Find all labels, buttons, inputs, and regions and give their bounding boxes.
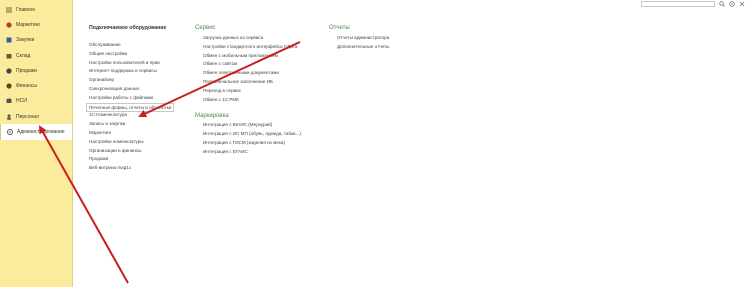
sidebar-item-label: Закупки: [16, 37, 35, 44]
settings-link[interactable]: Общие настройки: [89, 50, 174, 59]
sidebar-item-finance[interactable]: Финансы: [0, 78, 72, 93]
sidebar-item-marketing[interactable]: Маркетинг: [0, 17, 72, 32]
settings-link[interactable]: Настройки номенклатуры: [89, 138, 174, 147]
sidebar-item-label: НСИ: [16, 98, 27, 105]
service-link[interactable]: Обмен с 1С:РМК: [203, 96, 301, 105]
box-icon: [6, 53, 12, 59]
service-link[interactable]: Обмен электронными документами: [203, 69, 301, 78]
service-link[interactable]: Переход в сервис: [203, 87, 301, 96]
menu-icon: [6, 7, 12, 13]
megaphone-icon: [6, 22, 12, 28]
sidebar-item-sales[interactable]: Продажи: [0, 63, 72, 78]
labeling-link[interactable]: Интеграция с ГИСМ (изделия из меха): [203, 139, 301, 148]
sidebar-item-label: Персонал: [16, 113, 39, 120]
top-toolbar: [641, 0, 750, 8]
sidebar: Главное Маркетинг Закупки Склад Продажи …: [0, 0, 73, 287]
settings-link[interactable]: Запись и закупки: [89, 120, 174, 129]
tag-icon: [6, 68, 12, 74]
sidebar-item-label: Маркетинг: [16, 21, 41, 28]
section-title: Маркировка: [195, 113, 229, 120]
sidebar-item-label: Главное: [16, 6, 36, 13]
settings-link[interactable]: Настройки пользователей и прав: [89, 59, 174, 68]
search-icon[interactable]: [718, 1, 725, 8]
database-icon: [6, 98, 12, 104]
search-input[interactable]: [641, 1, 715, 7]
close-icon[interactable]: [738, 1, 745, 8]
labeling-link[interactable]: Интеграция с ВетИС (Меркурий): [203, 121, 301, 130]
settings-link[interactable]: Интернет-поддержка и сервисы: [89, 67, 174, 76]
sidebar-item-label: Администрирование: [17, 129, 65, 136]
settings-link[interactable]: Организации и финансы: [89, 147, 174, 156]
service-link[interactable]: Обмен с сайтом: [203, 60, 301, 69]
column-reports: Отчеты Отчеты администратора Дополнитель…: [329, 25, 389, 52]
settings-link[interactable]: Маркетинг: [89, 129, 174, 138]
gear-icon: [7, 129, 13, 136]
service-link[interactable]: Загрузка данных из сервиса: [203, 34, 301, 43]
settings-link[interactable]: Продажи: [89, 155, 174, 164]
settings-link[interactable]: Веб-витрина mag1c: [89, 164, 174, 173]
print-forms-link[interactable]: Печатные формы, отчеты и обработки: [86, 102, 175, 112]
settings-link[interactable]: Настройки работы с файлами: [89, 94, 174, 103]
section-title: Отчеты: [329, 25, 350, 31]
person-icon: [6, 114, 12, 120]
service-link[interactable]: Настройки стандартного интерфейса ОДата: [203, 43, 301, 52]
service-link[interactable]: Первоначальное заполнение ИБ: [203, 78, 301, 87]
settings-link[interactable]: Органайзер: [89, 76, 174, 85]
coin-icon: [6, 83, 12, 89]
sidebar-item-main[interactable]: Главное: [0, 2, 72, 17]
settings-link[interactable]: 1С:Номенклатура: [89, 111, 174, 120]
report-link[interactable]: Дополнительные отчеты: [337, 43, 389, 52]
settings-link[interactable]: Синхронизация данных: [89, 85, 174, 94]
labeling-link[interactable]: Интеграция с ЕГАИС: [203, 148, 301, 157]
sidebar-item-staff[interactable]: Персонал: [0, 109, 72, 124]
section-title: Сервис: [195, 25, 216, 31]
sidebar-item-label: Финансы: [16, 83, 37, 90]
labeling-link[interactable]: Интеграция с ИС МП (обувь, одежда, табак…: [203, 130, 301, 139]
sidebar-item-warehouse[interactable]: Склад: [0, 48, 72, 63]
sidebar-item-label: Продажи: [16, 67, 37, 74]
settings-gear-icon[interactable]: [728, 1, 735, 8]
cart-icon: [6, 37, 12, 43]
sidebar-item-label: Склад: [16, 52, 31, 59]
section-title: Подключаемое оборудование: [89, 25, 167, 31]
service-link[interactable]: Обмен с мобильным приложением: [203, 52, 301, 61]
column-service: Сервис Загрузка данных из сервиса Настро…: [195, 25, 301, 157]
sidebar-item-administration[interactable]: Администрирование: [0, 124, 72, 140]
report-link[interactable]: Отчеты администратора: [337, 34, 389, 43]
sidebar-item-nsi[interactable]: НСИ: [0, 94, 72, 109]
column-settings: Подключаемое оборудование Обслуживание О…: [86, 25, 175, 173]
sidebar-item-purchases[interactable]: Закупки: [0, 33, 72, 48]
settings-link[interactable]: Обслуживание: [89, 41, 174, 50]
